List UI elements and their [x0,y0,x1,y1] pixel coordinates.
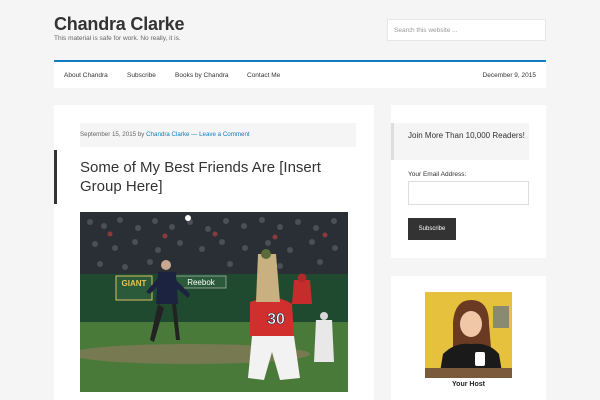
post-by: by [137,131,145,138]
site-description: This material is safe for work. No reall… [54,35,181,42]
post-title[interactable]: Some of My Best Friends Are [Insert Grou… [80,158,360,196]
host-photo [425,292,512,378]
newsletter-heading: Join More Than 10,000 Readers! [391,123,529,160]
meta-separator: — [191,131,198,138]
sign-reebok: Reebok [187,278,216,287]
site-title[interactable]: Chandra Clarke [54,14,184,35]
post-featured-image: GIANT Reebok 30 [80,212,348,392]
main-content: September 15, 2015 by Chandra Clarke — L… [54,105,374,400]
nav-date: December 9, 2015 [482,72,536,79]
search-input[interactable]: Search this website ... [387,19,546,41]
newsletter-widget: Join More Than 10,000 Readers! Your Emai… [391,105,546,258]
nav-item-subscribe[interactable]: Subscribe [127,72,156,79]
email-label: Your Email Address: [408,171,467,178]
title-accent-bar [54,150,57,204]
main-nav: About Chandra Subscribe Books by Chandra… [54,60,546,88]
email-input[interactable] [408,181,529,205]
subscribe-button[interactable]: Subscribe [408,218,456,240]
host-caption: Your Host [452,381,485,388]
nav-item-about[interactable]: About Chandra [64,72,108,79]
post-date: September 15, 2015 [80,131,137,138]
leave-comment-link[interactable]: Leave a Comment [199,131,250,138]
baseball-photo: GIANT Reebok 30 [80,212,348,392]
nav-item-books[interactable]: Books by Chandra [175,72,228,79]
baseball [185,215,191,221]
nav-item-contact[interactable]: Contact Me [247,72,280,79]
jersey-number: 30 [267,311,285,328]
host-portrait [425,292,512,378]
host-widget: Your Host [391,276,546,400]
sign-giant: GIANT [122,279,147,288]
post-meta: September 15, 2015 by Chandra Clarke — L… [80,123,356,147]
post-author-link[interactable]: Chandra Clarke [146,131,189,138]
